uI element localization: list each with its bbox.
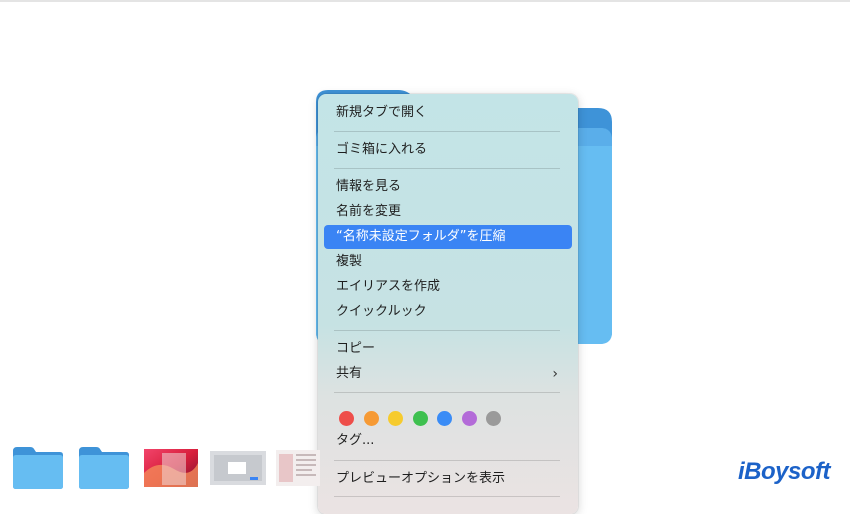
menu-separator: [334, 168, 560, 169]
menu-item-copy[interactable]: コピー: [324, 337, 572, 361]
menu-item-tags[interactable]: タグ...: [324, 429, 572, 453]
tag-color-purple[interactable]: [461, 411, 477, 426]
tag-color-gray[interactable]: [486, 411, 501, 426]
tag-color-red[interactable]: [339, 411, 354, 426]
menu-item-share-label: 共有: [336, 366, 363, 381]
tag-color-orange[interactable]: [363, 411, 379, 426]
window-top-border: [0, 0, 850, 2]
menu-item-open-new-tab[interactable]: 新規タブで開く: [324, 101, 572, 125]
wallpaper-thumbnail[interactable]: [144, 449, 198, 487]
folder-icon[interactable]: [12, 446, 64, 490]
menu-item-rename[interactable]: 名前を変更: [324, 200, 572, 224]
menu-item-get-info[interactable]: 情報を見る: [324, 175, 572, 199]
screenshot-thumbnail[interactable]: [210, 451, 266, 485]
menu-item-make-alias[interactable]: エイリアスを作成: [324, 275, 572, 299]
menu-item-compress[interactable]: “名称未設定フォルダ”を圧縮: [324, 225, 572, 249]
menu-item-share[interactable]: 共有 ›: [324, 362, 572, 386]
menu-item-move-to-trash[interactable]: ゴミ箱に入れる: [324, 138, 572, 162]
tag-color-green[interactable]: [412, 411, 428, 426]
tag-color-yellow[interactable]: [388, 411, 403, 426]
document-thumbnail[interactable]: [276, 450, 320, 486]
menu-item-duplicate[interactable]: 複製: [324, 250, 572, 274]
brand-logo: iBoysoft: [738, 458, 831, 485]
menu-item-show-preview-options[interactable]: プレビューオプションを表示: [324, 467, 572, 491]
menu-item-quick-look[interactable]: クイックルック: [324, 300, 572, 324]
chevron-right-icon: ›: [552, 366, 558, 382]
menu-separator: [334, 460, 560, 461]
folder-icon[interactable]: [78, 446, 130, 490]
menu-separator: [334, 330, 560, 331]
menu-separator: [334, 131, 560, 132]
tag-color-blue[interactable]: [437, 411, 452, 426]
menu-separator: [334, 392, 560, 393]
menu-separator: [334, 496, 560, 497]
context-menu: 新規タブで開く ゴミ箱に入れる 情報を見る 名前を変更 “名称未設定フォルダ”を…: [318, 94, 578, 514]
